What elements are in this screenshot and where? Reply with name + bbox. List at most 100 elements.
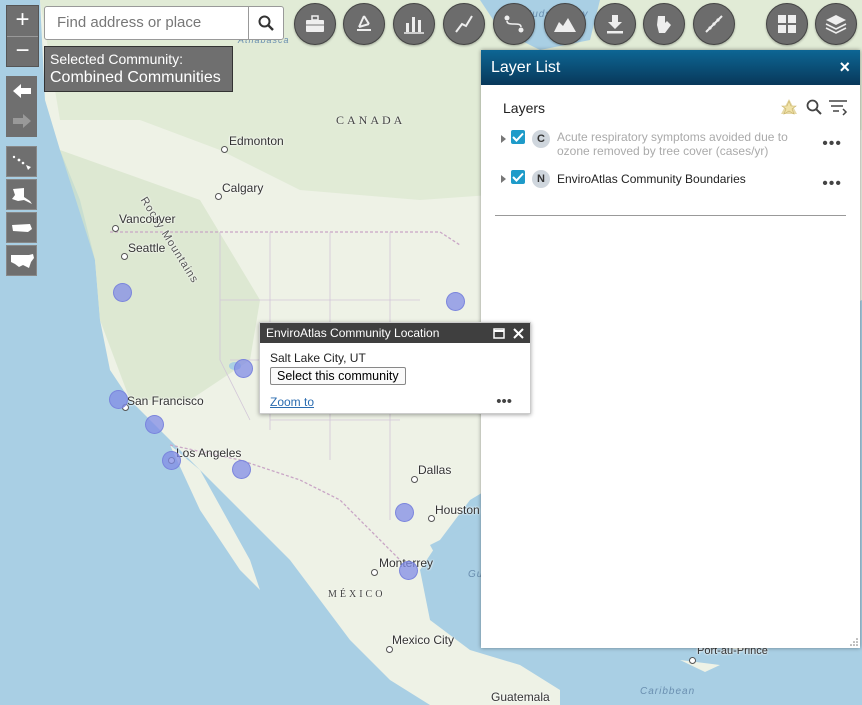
puerto-rico-icon <box>11 223 32 232</box>
hawaii-icon <box>12 155 31 170</box>
community-dot[interactable] <box>234 359 253 378</box>
timeline-icon <box>705 15 723 33</box>
toolbar-profile-button[interactable] <box>544 3 586 45</box>
arrow-right-icon <box>12 114 31 128</box>
selected-community-label: Selected Community: <box>50 51 184 67</box>
popup-city: Salt Lake City, UT <box>270 351 366 365</box>
bar-chart-icon <box>404 17 424 34</box>
layers-heading: Layers <box>503 100 546 116</box>
toolbar-timeline-button[interactable] <box>693 3 735 45</box>
briefcase-icon <box>306 15 324 32</box>
route-icon <box>504 15 524 33</box>
city-dot-mexico-city <box>386 646 393 653</box>
next-extent-button[interactable] <box>6 106 37 136</box>
divider <box>495 215 846 216</box>
community-dot[interactable] <box>145 415 164 434</box>
toolbar-chart-button[interactable] <box>393 3 435 45</box>
city-label-san-francisco: San Francisco <box>127 394 204 408</box>
city-label-seattle: Seattle <box>128 241 166 255</box>
city-dot-vancouver <box>112 225 119 232</box>
toolbar-basemap-button[interactable] <box>766 3 808 45</box>
layer-row[interactable]: N EnviroAtlas Community Boundaries ••• <box>501 170 846 192</box>
search-button[interactable] <box>248 7 283 39</box>
maximize-icon[interactable] <box>493 327 505 339</box>
community-dot[interactable] <box>109 390 128 409</box>
extent-nav <box>6 76 37 137</box>
layer-row[interactable]: C Acute respiratory symptoms avoided due… <box>501 130 846 158</box>
layer-list-tools <box>778 96 848 118</box>
city-label-mexico-city: Mexico City <box>392 633 455 647</box>
search-input[interactable] <box>45 7 253 37</box>
city-label-edmonton: Edmonton <box>229 134 284 148</box>
layer-type-badge: N <box>532 170 550 188</box>
elevation-profile-icon <box>554 18 576 32</box>
alaska-extent-button[interactable] <box>6 179 37 210</box>
layer-name: Acute respiratory symptoms avoided due t… <box>557 130 788 158</box>
add-layer-icon[interactable] <box>778 96 800 118</box>
puerto-rico-extent-button[interactable] <box>6 212 37 243</box>
toolbar-bookmark-button[interactable] <box>643 3 685 45</box>
layer-options-button[interactable]: ••• <box>822 175 842 193</box>
checkmark-icon <box>512 132 524 142</box>
recycle-icon <box>357 15 371 31</box>
toolbar-layers-button[interactable] <box>815 3 857 45</box>
map-label-canada: CANADA <box>336 113 406 127</box>
toolbar-draw-button[interactable] <box>443 3 485 45</box>
hawaii-extent-button[interactable] <box>6 146 37 177</box>
select-community-button[interactable]: Select this community <box>270 367 406 385</box>
community-popup: EnviroAtlas Community Location Salt Lake… <box>259 322 531 414</box>
city-dot-calgary <box>215 193 222 200</box>
community-dot[interactable] <box>395 503 414 522</box>
checkmark-icon <box>512 172 524 182</box>
zoom-out-button[interactable]: − <box>7 37 38 67</box>
close-icon[interactable]: × <box>839 57 850 78</box>
layers-icon <box>825 15 847 34</box>
city-label-dallas: Dallas <box>418 463 452 477</box>
layer-type-badge: C <box>532 130 550 148</box>
city-label-los-angeles: Los Angeles <box>176 446 242 460</box>
city-dot-seattle <box>121 253 128 260</box>
conus-extent-button[interactable] <box>6 245 37 276</box>
toolbar-download-button[interactable] <box>594 3 636 45</box>
arrow-left-icon <box>12 84 31 98</box>
city-dot-houston <box>428 515 435 522</box>
alaska-icon <box>11 187 32 204</box>
popup-header: EnviroAtlas Community Location <box>260 323 530 343</box>
toolbar-recycle-button[interactable] <box>343 3 385 45</box>
community-dot[interactable] <box>113 283 132 302</box>
community-dot[interactable] <box>232 460 251 479</box>
selected-community-value: Combined Communities <box>50 69 221 86</box>
map-label-mexico: MÉXICO <box>328 589 386 600</box>
layer-checkbox[interactable] <box>511 170 525 184</box>
map-label-caribbean: Caribbean <box>640 686 696 697</box>
toolbar-route-button[interactable] <box>493 3 535 45</box>
search-layers-icon[interactable] <box>806 99 822 115</box>
city-label-calgary: Calgary <box>222 181 264 195</box>
community-dot[interactable] <box>399 561 418 580</box>
layer-list-panel: Layer List × Layers C Acute respiratory … <box>481 50 860 648</box>
community-dot[interactable] <box>162 451 181 470</box>
zoom-control: + − <box>6 5 39 67</box>
expand-icon[interactable] <box>501 135 506 143</box>
line-draw-icon <box>455 15 473 33</box>
city-label-vancouver: Vancouver <box>119 212 176 226</box>
city-dot-monterrey <box>371 569 378 576</box>
filter-icon[interactable] <box>828 98 848 116</box>
resize-handle-icon[interactable] <box>850 638 858 646</box>
layer-checkbox[interactable] <box>511 130 525 144</box>
toolbar-briefcase-button[interactable] <box>294 3 336 45</box>
basemap-grid-icon <box>778 15 796 33</box>
close-icon[interactable] <box>513 327 524 339</box>
popup-more-button[interactable]: ••• <box>496 393 512 410</box>
zoom-to-link[interactable]: Zoom to <box>270 395 314 409</box>
layer-options-button[interactable]: ••• <box>822 135 842 153</box>
community-dot[interactable] <box>446 292 465 311</box>
layer-name: EnviroAtlas Community Boundaries <box>557 172 746 186</box>
zoom-in-button[interactable]: + <box>7 6 38 37</box>
bookmark-hand-icon <box>657 16 671 33</box>
expand-icon[interactable] <box>501 175 506 183</box>
city-label-guatemala: Guatemala <box>491 690 550 704</box>
layer-list-title: Layer List <box>491 58 561 76</box>
previous-extent-button[interactable] <box>6 76 37 106</box>
selected-community-box: Selected Community: Combined Communities <box>44 46 233 92</box>
